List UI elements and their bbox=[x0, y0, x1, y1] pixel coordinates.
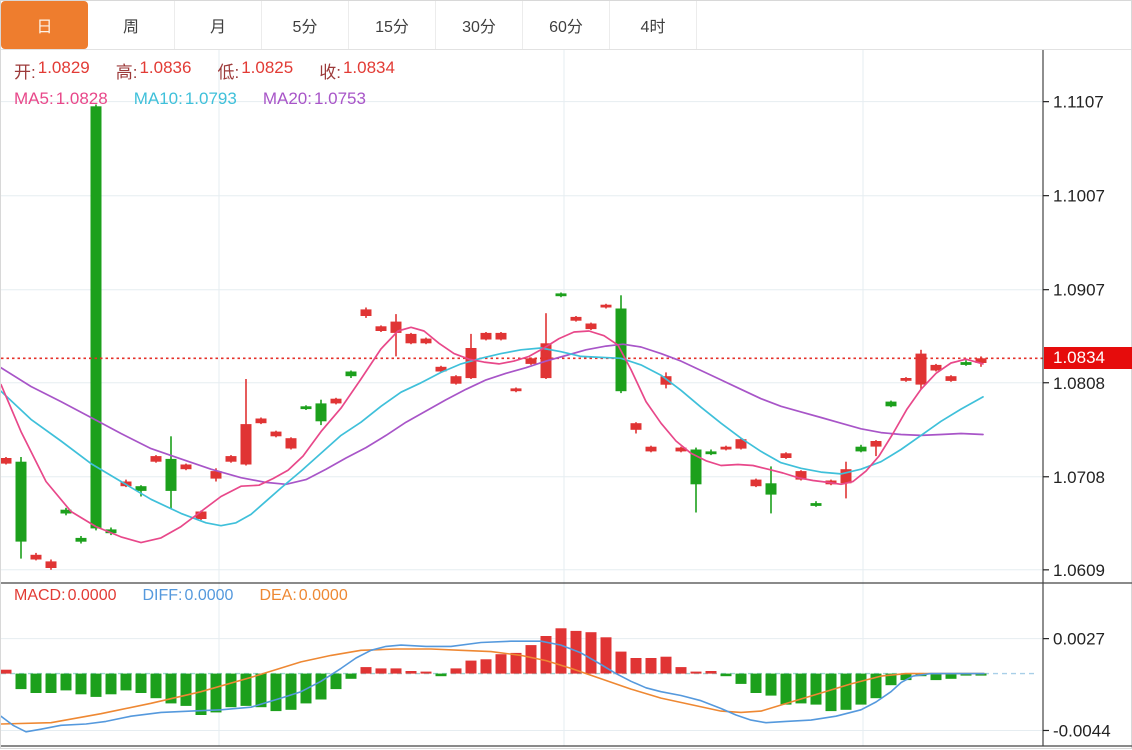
ma5-line bbox=[1, 326, 984, 544]
axis-tick-label: 1.0609 bbox=[1053, 561, 1105, 580]
tab-15min[interactable]: 15分 bbox=[349, 1, 436, 49]
tab-60min[interactable]: 60分 bbox=[523, 1, 610, 49]
axis-tick-label: -0.0044 bbox=[1053, 721, 1111, 740]
ma10-line bbox=[1, 347, 984, 527]
tab-4hour[interactable]: 4时 bbox=[610, 1, 697, 49]
diff-line bbox=[1, 640, 985, 733]
axis-tick-label: 1.0808 bbox=[1053, 374, 1105, 393]
trading-chart-app: { "tabs": { "items": [ {"label":"日","sel… bbox=[0, 0, 1132, 749]
axis-tick-label: 0.0027 bbox=[1053, 630, 1105, 649]
tab-day[interactable]: 日 bbox=[1, 1, 88, 49]
tabbar-filler bbox=[697, 1, 1131, 49]
tab-month[interactable]: 月 bbox=[175, 1, 262, 49]
candlestick-chart-canvas[interactable]: 1.1107 1.1007 1.0907 1.0808 1.0708 1.0609 0.00… bbox=[1, 1, 1132, 750]
tab-30min[interactable]: 30分 bbox=[436, 1, 523, 49]
axis-tick-label: 1.1007 bbox=[1053, 187, 1105, 206]
tab-week[interactable]: 周 bbox=[88, 1, 175, 49]
tab-5min[interactable]: 5分 bbox=[262, 1, 349, 49]
dea-line bbox=[1, 648, 985, 725]
axis-tick-label: 1.1107 bbox=[1053, 93, 1104, 112]
axis-tick-label: 1.0708 bbox=[1053, 468, 1105, 487]
indicator-lines bbox=[1, 326, 1043, 733]
ma20-line bbox=[1, 343, 984, 486]
candles-layer bbox=[1, 104, 987, 570]
timeframe-tabbar: 日 周 月 5分 15分 30分 60分 4时 bbox=[1, 1, 1131, 50]
axis-tick-label: 1.0907 bbox=[1053, 281, 1105, 300]
